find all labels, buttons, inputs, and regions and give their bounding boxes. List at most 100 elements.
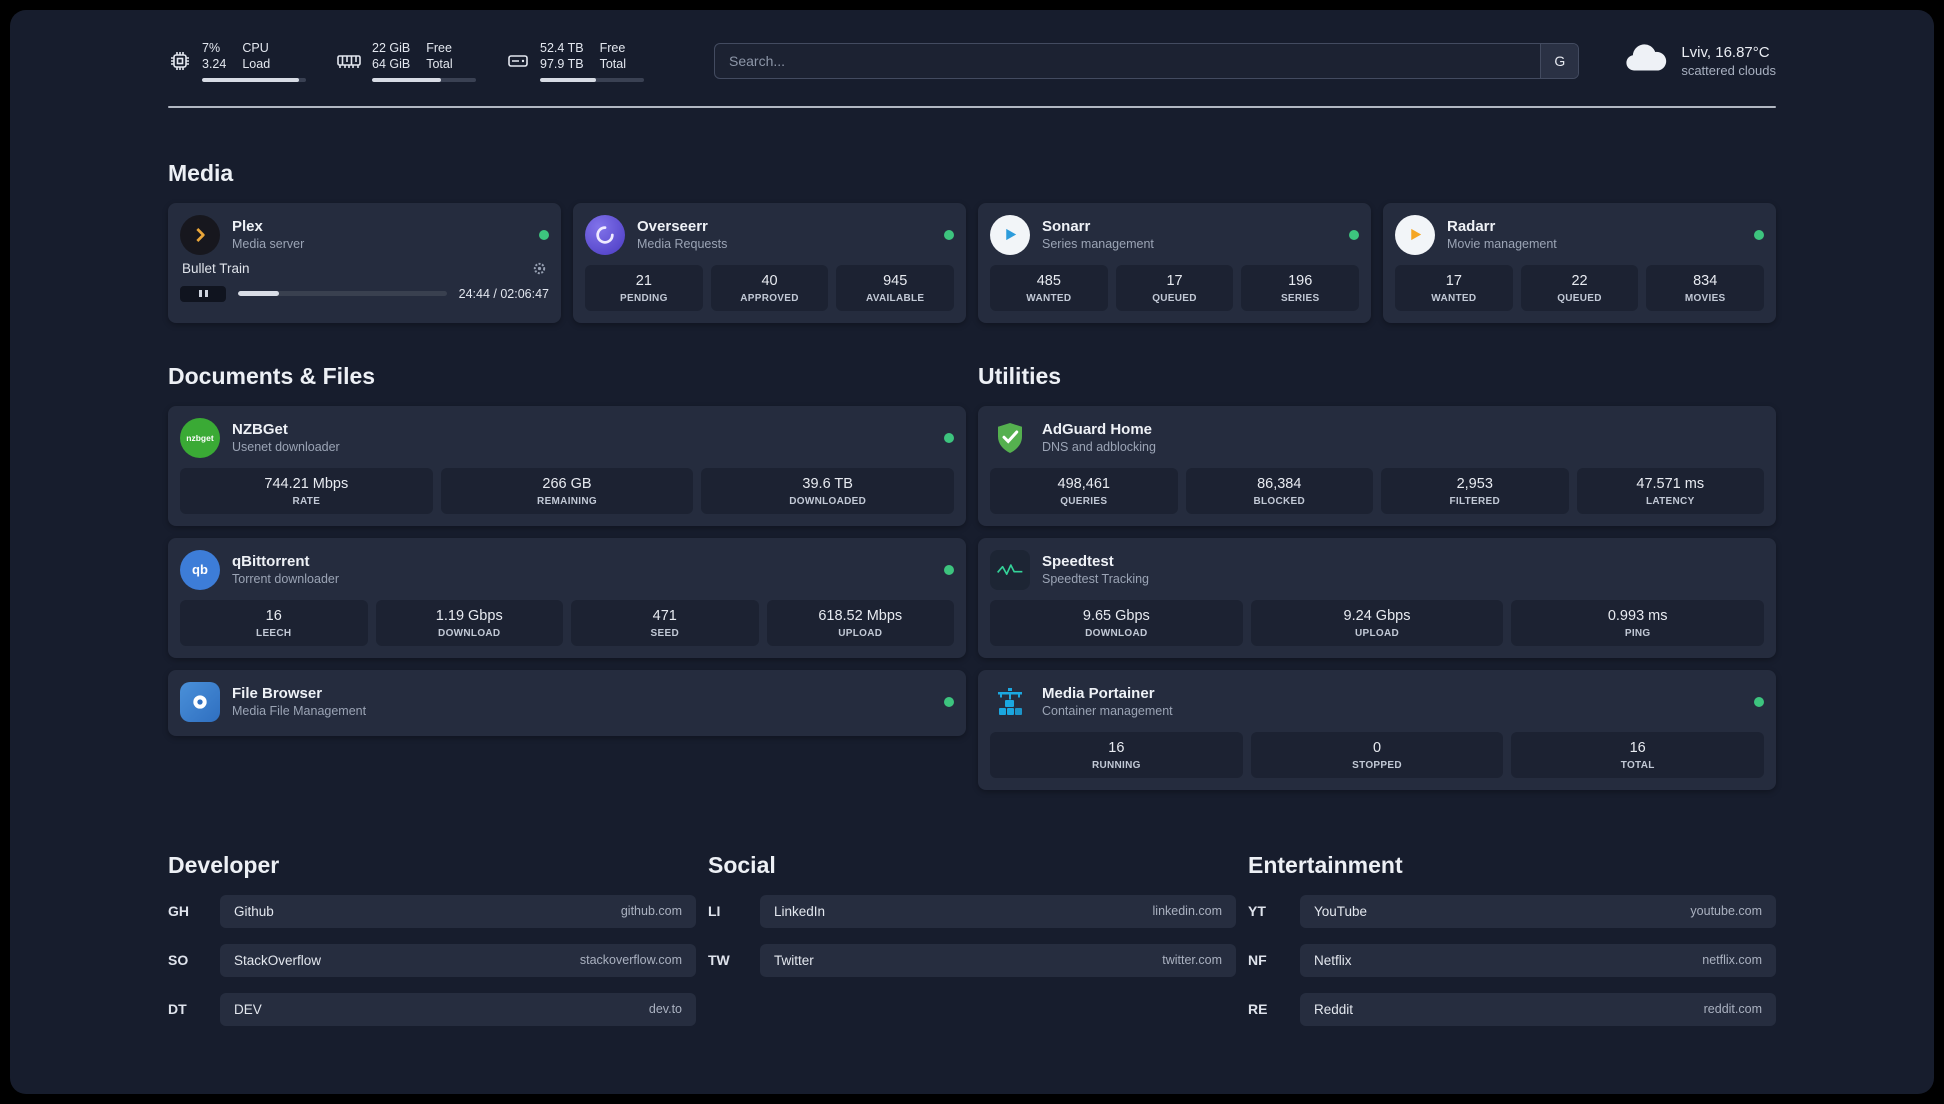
utilities-cards: AdGuard Home DNS and adblocking 498,461 QUE… xyxy=(978,405,1776,790)
service-card-nzbget[interactable]: nzbget NZBGet Usenet downloader 744.21 Mbps… xyxy=(168,405,966,526)
bookmark-link[interactable]: YouTube youtube.com xyxy=(1300,894,1776,928)
app-name: Sonarr xyxy=(1042,218,1091,235)
stat-upload: 9.24 Gbps UPLOAD xyxy=(1250,599,1504,646)
app-subtitle: Container management xyxy=(1042,704,1173,718)
stats-row: 9.65 Gbps DOWNLOAD 9.24 Gbps UPLOAD 0.993 ms… xyxy=(990,599,1765,646)
bookmark-link[interactable]: LinkedIn linkedin.com xyxy=(760,894,1236,928)
status-dot xyxy=(944,432,954,443)
bookmark-group-heading: Social xyxy=(708,851,776,878)
stat-label: FILTERED xyxy=(1449,495,1501,507)
disk-free: 52.4 TB xyxy=(540,41,584,55)
status-dot xyxy=(1754,696,1764,707)
stat-queries: 498,461 QUERIES xyxy=(990,467,1178,514)
portainer-icon xyxy=(990,682,1030,722)
bookmark-name: Reddit xyxy=(1314,1001,1354,1017)
stats-row: 16 LEECH 1.19 Gbps DOWNLOAD 471 SEED 618.52 Mb… xyxy=(180,599,954,646)
service-card-plex[interactable]: Plex Media server Bullet Train 24:44 / 0… xyxy=(168,202,561,323)
disk-total: 97.9 TB xyxy=(540,57,584,72)
stats-row: 485 WANTED 17 QUEUED 196 SERIES xyxy=(990,264,1360,311)
icon-logo-text: qb xyxy=(192,562,208,577)
service-card-media-portainer[interactable]: Media Portainer Container management 16 RUN… xyxy=(978,669,1776,790)
bookmark-url: github.com xyxy=(620,904,682,918)
stat-value: 9.24 Gbps xyxy=(1343,607,1411,624)
disk-bar xyxy=(540,77,644,82)
stat-value: 16 xyxy=(1629,739,1646,756)
weather-widget: Lviv, 16.87°C scattered clouds xyxy=(1623,42,1776,79)
app-name: Plex xyxy=(232,218,263,235)
stat-value: 618.52 Mbps xyxy=(818,607,903,624)
card-header: Radarr Movie management xyxy=(1395,213,1764,257)
stat-label: DOWNLOAD xyxy=(438,627,501,639)
service-card-adguard-home[interactable]: AdGuard Home DNS and adblocking 498,461 QUE… xyxy=(978,405,1776,526)
plex-icon xyxy=(180,214,220,255)
pause-button[interactable] xyxy=(180,285,226,302)
service-card-radarr[interactable]: Radarr Movie management 17 WANTED 22 QUEUED 83… xyxy=(1383,202,1776,323)
memory-bar xyxy=(372,77,476,82)
service-card-sonarr[interactable]: Sonarr Series management 485 WANTED 17 QUEUED… xyxy=(978,202,1371,323)
service-card-qbittorrent[interactable]: qb qBittorrent Torrent downloader 16 LEECH 1.… xyxy=(168,537,966,658)
bookmark-abbr: NF xyxy=(1248,952,1267,968)
stat-seed: 471 SEED xyxy=(571,599,759,646)
bookmark-abbr: TW xyxy=(708,952,730,968)
bookmark-link[interactable]: Twitter twitter.com xyxy=(760,943,1236,977)
stat-value: 17 xyxy=(1166,272,1183,289)
stat-approved: 40 APPROVED xyxy=(710,264,829,311)
card-header: Plex Media server xyxy=(180,213,549,257)
playback-progress[interactable] xyxy=(238,291,447,296)
service-card-overseerr[interactable]: Overseerr Media Requests 21 PENDING 40 APPROV… xyxy=(573,202,966,323)
bookmark-link[interactable]: Netflix netflix.com xyxy=(1300,943,1776,977)
bookmark-name: DEV xyxy=(234,1001,262,1017)
stats-row: 744.21 Mbps RATE 266 GB REMAINING 39.6 TB DOW… xyxy=(180,467,955,514)
stat-label: RUNNING xyxy=(1091,759,1141,771)
stat-value: 0 xyxy=(1372,739,1382,756)
stat-label: WANTED xyxy=(1431,292,1477,304)
status-dot xyxy=(1349,229,1359,240)
app-subtitle: Media Requests xyxy=(637,237,728,251)
dashboard: 7% 3.24 CPU Load 22 GiB 64 GiB Free Total xyxy=(10,10,1934,1094)
stat-value: 1.19 Gbps xyxy=(435,607,503,624)
search-engine-button[interactable]: G xyxy=(1540,43,1579,78)
card-header: qb qBittorrent Torrent downloader xyxy=(180,548,954,592)
search-input[interactable] xyxy=(714,42,1580,79)
disk-label-top: Free xyxy=(599,41,626,55)
stat-label: SERIES xyxy=(1280,292,1320,304)
service-card-file-browser[interactable]: File Browser Media File Management xyxy=(168,669,966,736)
stat-value: 945 xyxy=(883,272,908,289)
bookmark-link[interactable]: Github github.com xyxy=(220,894,696,928)
stat-value: 834 xyxy=(1693,272,1718,289)
bookmark-name: LinkedIn xyxy=(774,903,826,919)
bookmark-name: Github xyxy=(234,903,274,919)
icon-logo-text: nzbget xyxy=(186,432,214,443)
stat-value: 196 xyxy=(1288,272,1313,289)
stat-rate: 744.21 Mbps RATE xyxy=(180,467,433,514)
bookmark-abbr: RE xyxy=(1248,1001,1268,1017)
stat-label: TOTAL xyxy=(1620,759,1655,771)
app-subtitle: Usenet downloader xyxy=(232,440,340,454)
now-playing-title: Bullet Train xyxy=(182,260,250,276)
app-subtitle: DNS and adblocking xyxy=(1042,440,1156,454)
stat-movies: 834 MOVIES xyxy=(1646,264,1765,311)
section-media: Media Plex Media server Bullet Train 24:… xyxy=(168,160,1776,323)
stat-label: UPLOAD xyxy=(838,627,883,639)
cloud-icon xyxy=(1623,42,1669,79)
bookmark-abbr: SO xyxy=(168,952,189,968)
bookmark-link[interactable]: DEV dev.to xyxy=(220,992,696,1026)
stat-label: STOPPED xyxy=(1352,759,1402,771)
cpu-label-bottom: Load xyxy=(242,57,271,72)
gear-icon[interactable] xyxy=(532,261,547,276)
card-header: nzbget NZBGet Usenet downloader xyxy=(180,416,954,460)
stat-label: LATENCY xyxy=(1645,495,1695,507)
qbittorrent-icon: qb xyxy=(180,549,220,590)
stat-total: 16 TOTAL xyxy=(1511,731,1765,778)
stat-value: 744.21 Mbps xyxy=(264,475,349,492)
service-card-speedtest[interactable]: Speedtest Speedtest Tracking 9.65 Gbps DOWN… xyxy=(978,537,1776,658)
app-name: Overseerr xyxy=(637,218,708,235)
memory-label-top: Free xyxy=(426,41,452,55)
stats-row: 21 PENDING 40 APPROVED 945 AVAILABLE xyxy=(585,264,955,311)
bookmark-link[interactable]: Reddit reddit.com xyxy=(1300,992,1776,1026)
stat-available: 945 AVAILABLE xyxy=(836,264,955,311)
media-grid: Plex Media server Bullet Train 24:44 / 0… xyxy=(168,202,1776,323)
stat-value: 2,953 xyxy=(1456,475,1493,492)
bookmark-name: Twitter xyxy=(774,952,814,968)
bookmark-link[interactable]: StackOverflow stackoverflow.com xyxy=(220,943,696,977)
